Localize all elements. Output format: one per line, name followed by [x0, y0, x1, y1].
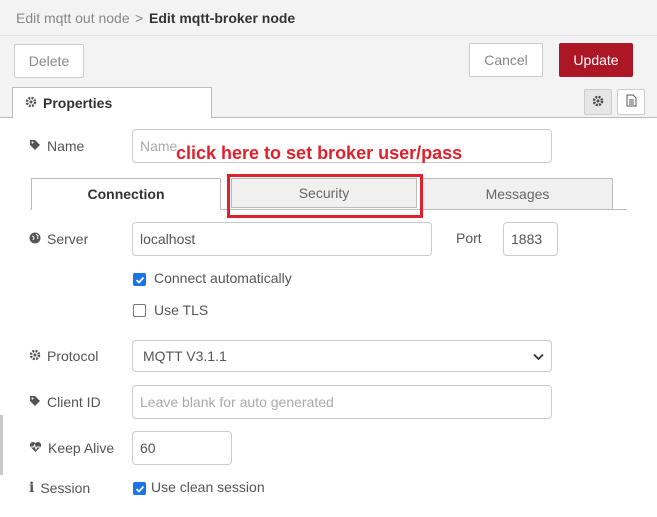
server-label: Server	[29, 230, 88, 248]
tab-messages[interactable]: Messages	[422, 178, 613, 210]
clean-session-label: Use clean session	[151, 479, 265, 495]
settings-button[interactable]	[584, 89, 612, 115]
protocol-label: Protocol	[29, 347, 98, 365]
check-icon	[135, 485, 144, 493]
breadcrumb-current: Edit mqtt-broker node	[149, 10, 296, 26]
gear-icon	[25, 95, 37, 111]
session-label: i Session	[29, 480, 91, 496]
info-icon: i	[29, 480, 35, 496]
cancel-button[interactable]: Cancel	[469, 43, 543, 77]
gear-icon	[592, 94, 604, 110]
name-label: Name	[29, 137, 84, 155]
resize-handle[interactable]	[0, 415, 3, 475]
update-button[interactable]: Update	[559, 43, 633, 77]
port-label: Port	[456, 230, 482, 246]
keep-alive-input[interactable]: 60	[132, 431, 232, 465]
server-input[interactable]: localhost	[132, 222, 432, 256]
check-icon	[135, 276, 144, 284]
heartbeat-icon	[29, 440, 42, 456]
clean-session-checkbox[interactable]	[133, 482, 146, 495]
client-id-input[interactable]: Leave blank for auto generated	[132, 385, 552, 419]
breadcrumb-parent[interactable]: Edit mqtt out node	[16, 10, 130, 26]
annotation-text: click here to set broker user/pass	[176, 143, 463, 163]
use-tls-label: Use TLS	[154, 302, 209, 318]
gear-icon	[29, 348, 41, 364]
client-id-placeholder: Leave blank for auto generated	[140, 394, 334, 410]
chevron-down-icon	[533, 348, 544, 364]
tab-connection[interactable]: Connection	[31, 178, 221, 210]
port-input[interactable]: 1883	[503, 222, 558, 256]
tag-icon	[29, 138, 41, 154]
tag-icon	[29, 394, 41, 410]
keep-alive-label: Keep Alive	[29, 439, 114, 457]
client-id-label: Client ID	[29, 393, 101, 411]
tab-properties[interactable]: Properties	[12, 87, 212, 119]
protocol-select[interactable]: MQTT V3.1.1	[132, 340, 552, 372]
description-button[interactable]	[617, 89, 645, 115]
document-icon	[626, 94, 637, 110]
connect-automatically-checkbox[interactable]	[133, 273, 146, 286]
connect-automatically-label: Connect automatically	[154, 270, 292, 286]
annotation-highlight-box	[227, 174, 423, 218]
use-tls-checkbox[interactable]	[133, 304, 146, 317]
delete-button[interactable]: Delete	[14, 44, 84, 78]
breadcrumb-separator: >	[135, 10, 144, 26]
tab-properties-label: Properties	[43, 95, 113, 111]
protocol-select-value: MQTT V3.1.1	[143, 348, 227, 364]
name-input-placeholder: Name	[140, 138, 178, 154]
globe-icon	[29, 231, 41, 247]
